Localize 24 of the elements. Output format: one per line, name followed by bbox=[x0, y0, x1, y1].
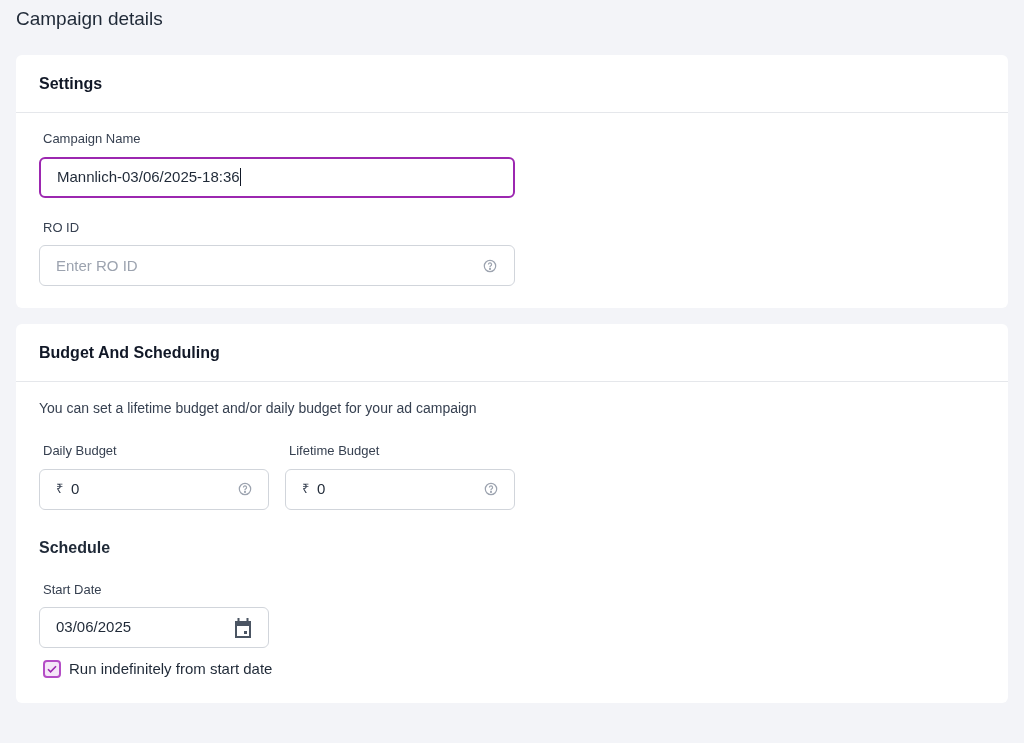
calendar-icon[interactable] bbox=[234, 617, 252, 638]
input-field[interactable]: Mannlich-03/06/2025-18:36 bbox=[39, 156, 515, 198]
currency-symbol: ₹ bbox=[302, 480, 309, 499]
page-title: Campaign details bbox=[16, 7, 164, 31]
help-icon bbox=[238, 482, 252, 496]
input-field[interactable]: ₹ 0 bbox=[285, 468, 515, 510]
section-title: Budget And Scheduling bbox=[16, 324, 1008, 382]
field-label: Campaign Name bbox=[42, 130, 142, 148]
currency-symbol: ₹ bbox=[56, 480, 63, 499]
field-label: Lifetime Budget bbox=[288, 442, 381, 460]
input-field[interactable]: ₹ 0 bbox=[39, 468, 269, 510]
description-text: You can set a lifetime budget and/or daily budget for your ad campaign bbox=[39, 399, 478, 418]
checkmark-icon bbox=[46, 663, 58, 676]
field-label: Daily Budget bbox=[42, 442, 118, 460]
input-field[interactable]: Enter RO ID bbox=[39, 245, 515, 286]
field-label: Start Date bbox=[42, 580, 103, 599]
field-label: RO ID bbox=[42, 218, 81, 237]
section-title: Settings bbox=[16, 55, 1008, 113]
subsection-title: Schedule bbox=[39, 537, 112, 558]
help-icon bbox=[484, 482, 498, 496]
checkbox[interactable] bbox=[43, 660, 61, 679]
checkbox-label: Run indefinitely from start date bbox=[69, 659, 273, 679]
date-field[interactable]: 03/06/2025 bbox=[39, 607, 269, 648]
help-icon bbox=[483, 259, 497, 273]
